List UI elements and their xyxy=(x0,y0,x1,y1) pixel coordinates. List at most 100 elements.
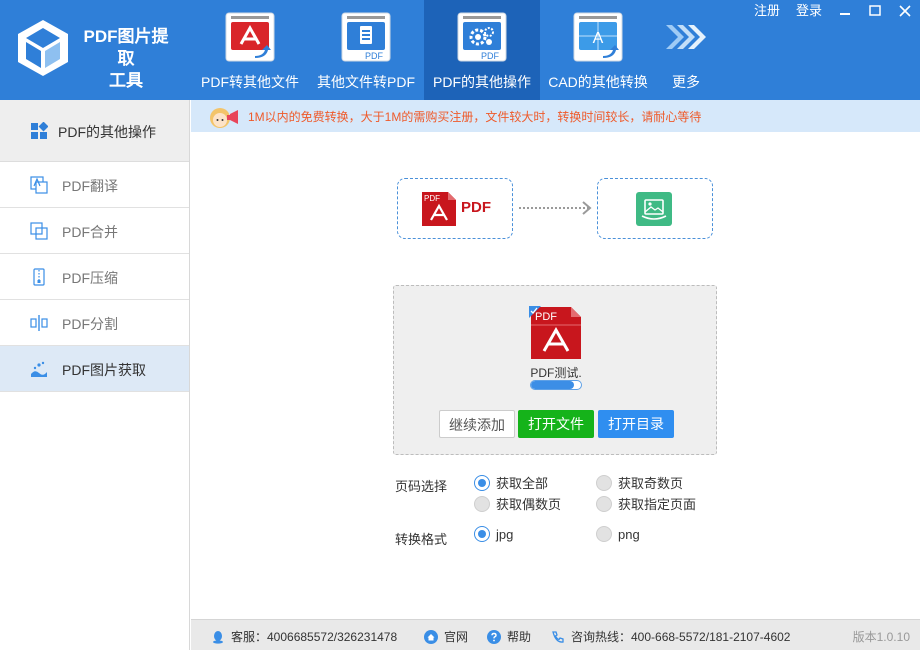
radio-label: 获取全部 xyxy=(496,476,549,491)
close-button[interactable] xyxy=(890,0,920,22)
sidebar: PDF的其他操作 PDF翻译 PDF合并 PDF压缩 PDF分割 PDF图片获取 xyxy=(0,100,190,650)
app-title-line1: PDF图片提取 xyxy=(83,27,169,68)
minimize-icon xyxy=(840,13,850,15)
open-directory-button[interactable]: 打开目录 xyxy=(598,410,674,438)
radio-label: 获取奇数页 xyxy=(618,476,684,491)
mascot-girl-icon xyxy=(210,108,238,128)
image-output-icon xyxy=(636,192,672,226)
app-title-line2: 工具 xyxy=(109,71,143,90)
cad-icon: A xyxy=(573,12,623,62)
maximize-button[interactable] xyxy=(860,0,890,22)
translate-icon xyxy=(30,176,48,194)
window-controls: 注册 登录 xyxy=(746,0,920,22)
radio-label: 获取指定页面 xyxy=(618,497,697,512)
merge-icon xyxy=(30,222,48,240)
flow-source-box: PDF PDF xyxy=(397,178,513,239)
help-icon xyxy=(487,629,501,644)
sidebar-item-label: PDF合并 xyxy=(62,224,118,240)
footer-help-link[interactable]: 帮助 xyxy=(487,628,531,645)
pdf-badge-text: PDF xyxy=(424,194,440,203)
split-icon xyxy=(30,315,48,331)
sidebar-item-pdf-image-extract[interactable]: PDF图片获取 xyxy=(0,346,189,392)
flow-source-label: PDF xyxy=(461,199,491,216)
radio-specific-pages[interactable]: 获取指定页面 xyxy=(596,494,696,513)
footer-hotline: 咨询热线：400-668-5572/181-2107-4602 xyxy=(551,628,790,645)
sidebar-item-pdf-split[interactable]: PDF分割 xyxy=(0,300,189,346)
image-extract-icon xyxy=(31,361,47,377)
sidebar-item-label: PDF压缩 xyxy=(62,270,118,286)
nav-label: CAD的其他转换 xyxy=(548,74,648,90)
sidebar-item-pdf-compress[interactable]: PDF压缩 xyxy=(0,254,189,300)
nav-label: PDF的其他操作 xyxy=(433,74,531,90)
footer-website-link[interactable]: 官网 xyxy=(424,628,468,645)
more-arrows-icon xyxy=(666,25,706,49)
footer-service-text: 客服：4006685572/326231478 xyxy=(231,630,398,644)
footer-help-text: 帮助 xyxy=(507,630,532,644)
progress-fill xyxy=(531,381,574,389)
sidebar-item-label: PDF分割 xyxy=(62,316,118,332)
notice-bar: 1M以内的免费转换，大于1M的需购买注册，文件较大时，转换时间较长，请耐心等待 xyxy=(191,100,920,132)
cad-glyph-text: A xyxy=(593,30,604,47)
radio-label: 获取偶数页 xyxy=(496,497,562,512)
zip-compress-icon xyxy=(33,268,45,286)
footer-website-text: 官网 xyxy=(444,630,469,644)
nav-cad-convert[interactable]: A CAD的其他转换 xyxy=(540,0,656,100)
file-progress-bar xyxy=(530,380,582,390)
document-to-pdf-icon: PDF xyxy=(341,12,391,62)
register-link[interactable]: 注册 xyxy=(746,0,788,22)
file-drop-zone[interactable]: PDF PDF测试. 继续添加 打开文件 打开目录 xyxy=(393,285,717,455)
sidebar-item-pdf-merge[interactable]: PDF合并 xyxy=(0,208,189,254)
nav-label: 更多 xyxy=(672,74,700,90)
file-name: PDF测试. xyxy=(530,366,582,380)
sidebar-header-label: PDF的其他操作 xyxy=(58,124,156,140)
home-icon xyxy=(424,629,438,644)
pdf-file-icon: PDF xyxy=(422,192,456,226)
nav-other-to-pdf[interactable]: PDF 其他文件转PDF xyxy=(308,0,424,100)
minimize-button[interactable] xyxy=(830,0,860,22)
footer-hotline-text: 咨询热线：400-668-5572/181-2107-4602 xyxy=(571,630,791,644)
pdf-file-icon: PDF xyxy=(529,306,581,359)
gear-icon: PDF xyxy=(457,12,507,62)
radio-format-jpg[interactable]: jpg xyxy=(474,526,513,542)
radio-dot xyxy=(474,526,490,542)
close-icon xyxy=(899,5,911,17)
pdf-convert-icon xyxy=(225,12,275,62)
radio-dot xyxy=(596,526,612,542)
nav-label: PDF转其他文件 xyxy=(201,74,299,90)
radio-dot xyxy=(474,495,490,512)
sidebar-item-label: PDF图片获取 xyxy=(62,362,146,378)
radio-odd-pages[interactable]: 获取奇数页 xyxy=(596,473,683,492)
radio-label: jpg xyxy=(496,526,514,542)
nav-pdf-to-other[interactable]: PDF转其他文件 xyxy=(192,0,308,100)
qq-penguin-icon xyxy=(213,630,223,644)
pdf-tag-text: PDF xyxy=(481,51,500,61)
radio-format-png[interactable]: png xyxy=(596,526,640,542)
flow-arrow-icon xyxy=(519,201,592,215)
apps-grid-icon xyxy=(31,122,48,139)
phone-icon xyxy=(552,630,564,643)
add-more-button[interactable]: 继续添加 xyxy=(439,410,515,438)
nav-label: 其他文件转PDF xyxy=(317,74,415,90)
open-file-button[interactable]: 打开文件 xyxy=(518,410,594,438)
radio-even-pages[interactable]: 获取偶数页 xyxy=(474,494,561,513)
flow-target-box xyxy=(597,178,713,239)
radio-dot xyxy=(474,474,490,491)
sidebar-item-pdf-translate[interactable]: PDF翻译 xyxy=(0,162,189,208)
status-footer: 客服：4006685572/326231478 官网 帮助 咨询热线：400-6… xyxy=(191,619,920,650)
radio-label: png xyxy=(618,526,640,542)
pdf-tag-text: PDF xyxy=(365,51,384,61)
sidebar-item-label: PDF翻译 xyxy=(62,178,118,194)
app-logo-icon xyxy=(18,20,68,76)
format-select-label: 转换格式 xyxy=(395,532,448,547)
login-link[interactable]: 登录 xyxy=(788,0,830,22)
maximize-icon xyxy=(869,5,881,16)
notice-text: 1M以内的免费转换，大于1M的需购买注册，文件较大时，转换时间较长，请耐心等待 xyxy=(248,110,702,124)
version-label: 版本1.0.10 xyxy=(852,630,910,644)
radio-dot xyxy=(596,495,612,512)
top-header: PDF图片提取 工具 PDF转其他文件 PDF 其他文件转PDF PDF PDF… xyxy=(0,0,920,100)
nav-pdf-other-ops[interactable]: PDF PDF的其他操作 xyxy=(424,0,540,100)
app-title: PDF图片提取 工具 xyxy=(76,26,176,92)
main-nav: PDF转其他文件 PDF 其他文件转PDF PDF PDF的其他操作 A CAD… xyxy=(192,0,716,100)
nav-more[interactable]: 更多 xyxy=(656,0,716,100)
radio-all-pages[interactable]: 获取全部 xyxy=(474,473,548,492)
